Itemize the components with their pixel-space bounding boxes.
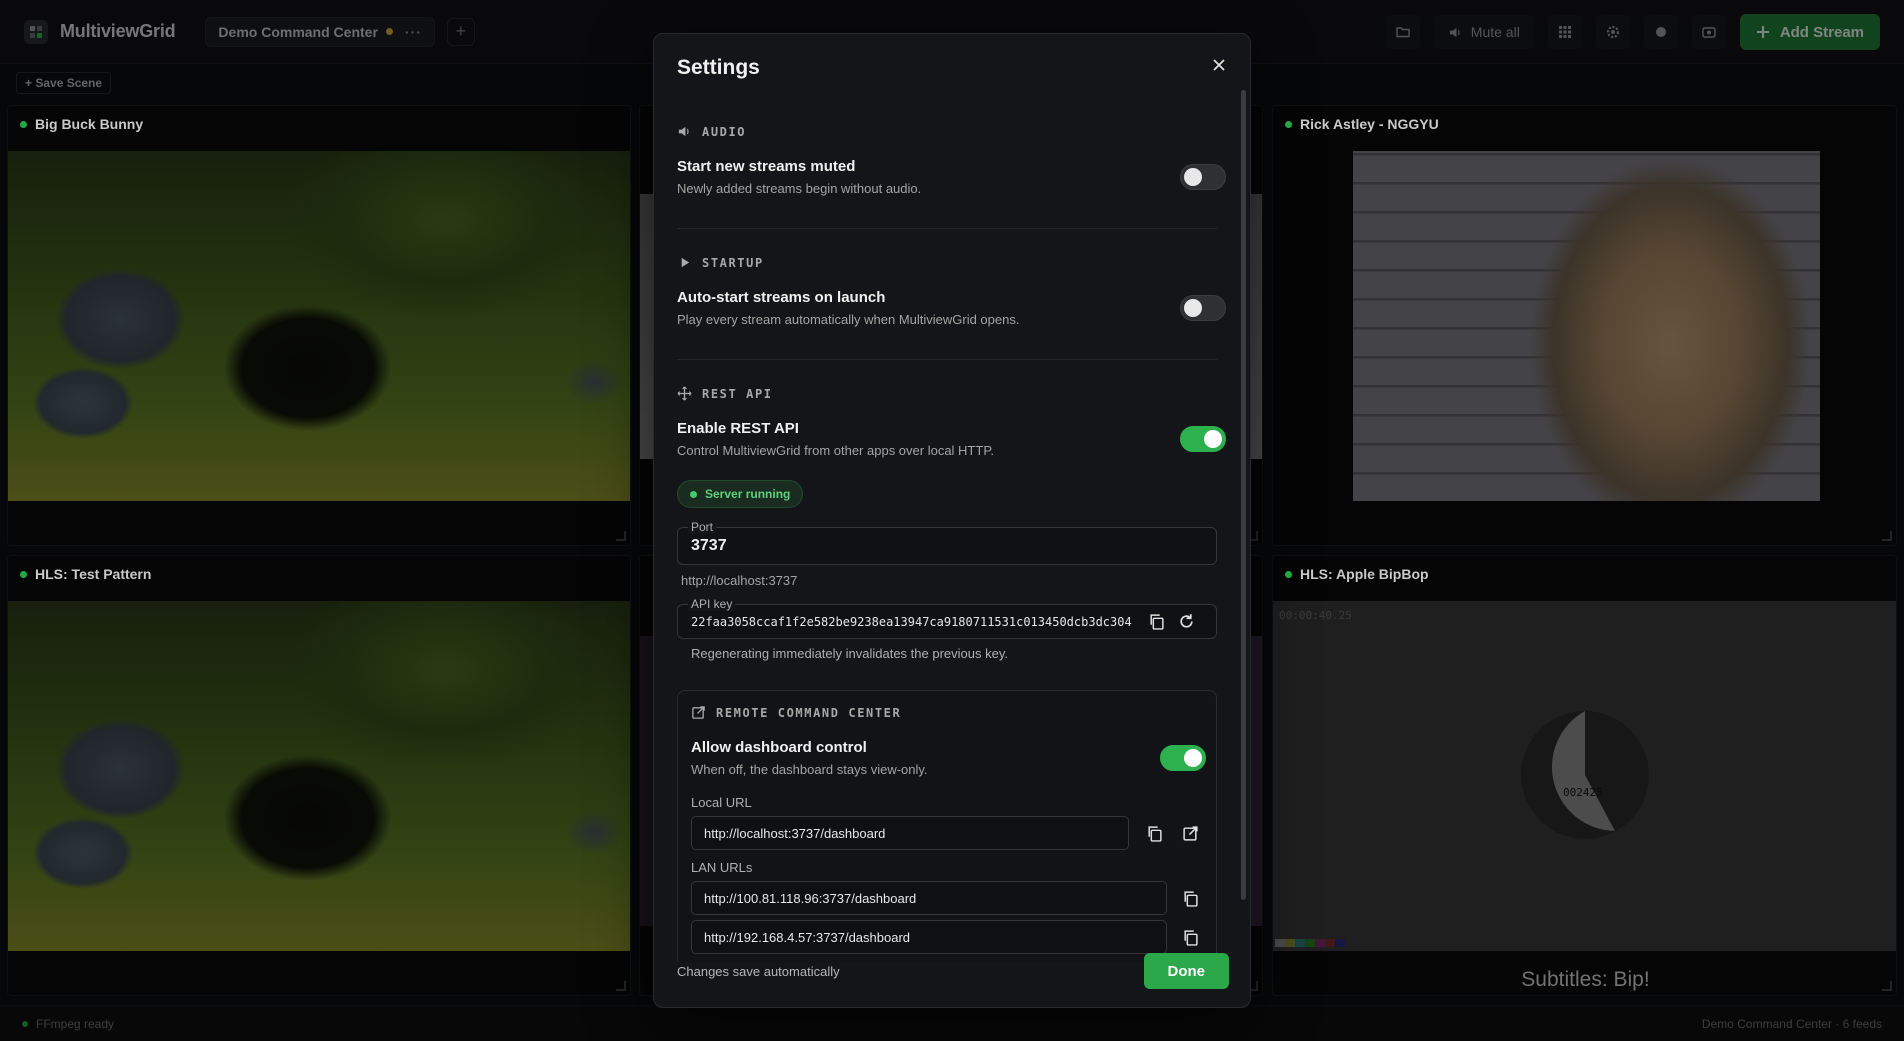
copy-lan-url-button[interactable] bbox=[1180, 927, 1200, 947]
setting-description: Newly added streams begin without audio. bbox=[677, 181, 922, 196]
port-url-text: http://localhost:3737 bbox=[681, 573, 798, 588]
play-icon bbox=[681, 257, 690, 268]
divider bbox=[677, 228, 1217, 229]
lan-url-value: http://100.81.118.96:3737/dashboard bbox=[704, 890, 917, 906]
speaker-icon bbox=[678, 126, 689, 137]
stream-header: Big Buck Bunny bbox=[20, 116, 143, 132]
lan-url-field[interactable]: http://192.168.4.57:3737/dashboard bbox=[691, 920, 1167, 954]
divider bbox=[677, 359, 1217, 360]
stream-title: HLS: Test Pattern bbox=[35, 566, 152, 582]
live-status-icon bbox=[20, 120, 27, 128]
setting-description: Control MultiviewGrid from other apps ov… bbox=[677, 443, 994, 458]
api-key-label: API key bbox=[688, 597, 736, 611]
server-status-badge: Server running bbox=[677, 480, 804, 508]
start-muted-toggle[interactable] bbox=[1180, 164, 1226, 190]
copy-local-url-button[interactable] bbox=[1144, 823, 1164, 843]
copy-icon bbox=[1149, 614, 1164, 630]
port-field[interactable]: Port 3737 bbox=[677, 520, 1217, 565]
stream-header: HLS: Apple BipBop bbox=[1285, 566, 1429, 582]
setting-title: Auto-start streams on launch bbox=[677, 289, 886, 306]
stream-title: Big Buck Bunny bbox=[35, 116, 144, 132]
toggle-knob bbox=[1184, 749, 1202, 767]
live-status-icon bbox=[1285, 120, 1292, 128]
lan-url-field[interactable]: http://100.81.118.96:3737/dashboard bbox=[691, 881, 1167, 915]
dialog-title: Settings bbox=[677, 56, 760, 79]
api-key-field[interactable]: API key 22faa3058ccaf1f2e582be9238ea1394… bbox=[677, 597, 1217, 639]
toggle-knob bbox=[1204, 430, 1222, 448]
local-url-value: http://localhost:3737/dashboard bbox=[704, 825, 886, 841]
close-button[interactable] bbox=[1208, 54, 1230, 76]
stream-title: HLS: Apple BipBop bbox=[1300, 566, 1429, 582]
port-label: Port bbox=[688, 520, 717, 534]
external-link-icon bbox=[692, 706, 705, 719]
toggle-knob bbox=[1184, 299, 1202, 317]
regenerate-api-key-button[interactable] bbox=[1176, 612, 1196, 632]
server-status-text: Server running bbox=[705, 487, 791, 501]
setting-description: Play every stream automatically when Mul… bbox=[677, 312, 1020, 327]
live-status-icon bbox=[20, 570, 27, 578]
copy-icon bbox=[1183, 890, 1198, 907]
section-remote-label: REMOTE COMMAND CENTER bbox=[716, 705, 902, 720]
auto-start-toggle[interactable] bbox=[1180, 295, 1226, 321]
setting-title: Start new streams muted bbox=[677, 158, 856, 175]
section-audio: AUDIO bbox=[677, 124, 746, 139]
done-button[interactable]: Done bbox=[1143, 953, 1229, 989]
stream-header: Rick Astley - NGGYU bbox=[1285, 116, 1439, 132]
settings-dialog: Settings AUDIO Start new streams muted N… bbox=[653, 33, 1251, 1008]
open-local-url-button[interactable] bbox=[1180, 823, 1200, 843]
setting-description: When off, the dashboard stays view-only. bbox=[691, 762, 928, 777]
copy-icon bbox=[1183, 929, 1198, 946]
setting-title: Allow dashboard control bbox=[691, 739, 867, 756]
port-value: 3737 bbox=[691, 537, 727, 554]
api-key-note: Regenerating immediately invalidates the… bbox=[691, 646, 1008, 661]
rest-api-toggle[interactable] bbox=[1180, 426, 1226, 452]
section-rest-api-label: REST API bbox=[702, 386, 773, 401]
stream-header: HLS: Test Pattern bbox=[20, 566, 151, 582]
setting-enable-rest-api: Enable REST API Control MultiviewGrid fr… bbox=[677, 420, 1229, 458]
setting-start-muted: Start new streams muted Newly added stre… bbox=[677, 158, 1229, 196]
dialog-scrollbar[interactable] bbox=[1241, 90, 1246, 900]
section-rest-api: REST API bbox=[677, 386, 773, 401]
network-icon bbox=[677, 386, 692, 401]
copy-lan-url-button[interactable] bbox=[1180, 888, 1200, 908]
section-startup-label: STARTUP bbox=[702, 255, 764, 270]
live-status-icon bbox=[1285, 570, 1292, 578]
remote-command-center-card: REMOTE COMMAND CENTER Allow dashboard co… bbox=[677, 690, 1217, 962]
section-audio-label: AUDIO bbox=[702, 124, 747, 139]
section-remote: REMOTE COMMAND CENTER bbox=[691, 705, 901, 720]
autosave-note: Changes save automatically bbox=[677, 963, 840, 979]
local-url-field[interactable]: http://localhost:3737/dashboard bbox=[691, 816, 1129, 850]
toggle-knob bbox=[1184, 168, 1202, 186]
lan-urls-label: LAN URLs bbox=[691, 860, 753, 875]
copy-icon bbox=[1147, 825, 1162, 842]
setting-auto-start: Auto-start streams on launch Play every … bbox=[677, 289, 1229, 327]
copy-api-key-button[interactable] bbox=[1146, 612, 1166, 632]
setting-dashboard-control: Allow dashboard control When off, the da… bbox=[691, 739, 1206, 777]
local-url-label: Local URL bbox=[691, 795, 752, 810]
stream-title: Rick Astley - NGGYU bbox=[1300, 116, 1439, 132]
app-root: MultiviewGrid Demo Command Center ··· + … bbox=[0, 0, 1904, 1041]
section-startup: STARTUP bbox=[677, 255, 764, 270]
lan-url-value: http://192.168.4.57:3737/dashboard bbox=[704, 929, 911, 945]
dialog-footer: Changes save automatically Done bbox=[677, 953, 1229, 989]
close-icon bbox=[1213, 59, 1225, 71]
external-link-icon bbox=[1182, 825, 1198, 841]
dialog-body: AUDIO Start new streams muted Newly adde… bbox=[677, 90, 1229, 962]
api-key-value: 22faa3058ccaf1f2e582be9238ea13947ca91807… bbox=[691, 614, 1132, 629]
dashboard-control-toggle[interactable] bbox=[1160, 745, 1206, 771]
setting-title: Enable REST API bbox=[677, 420, 799, 437]
server-status-icon bbox=[690, 490, 697, 498]
refresh-icon bbox=[1179, 614, 1193, 628]
